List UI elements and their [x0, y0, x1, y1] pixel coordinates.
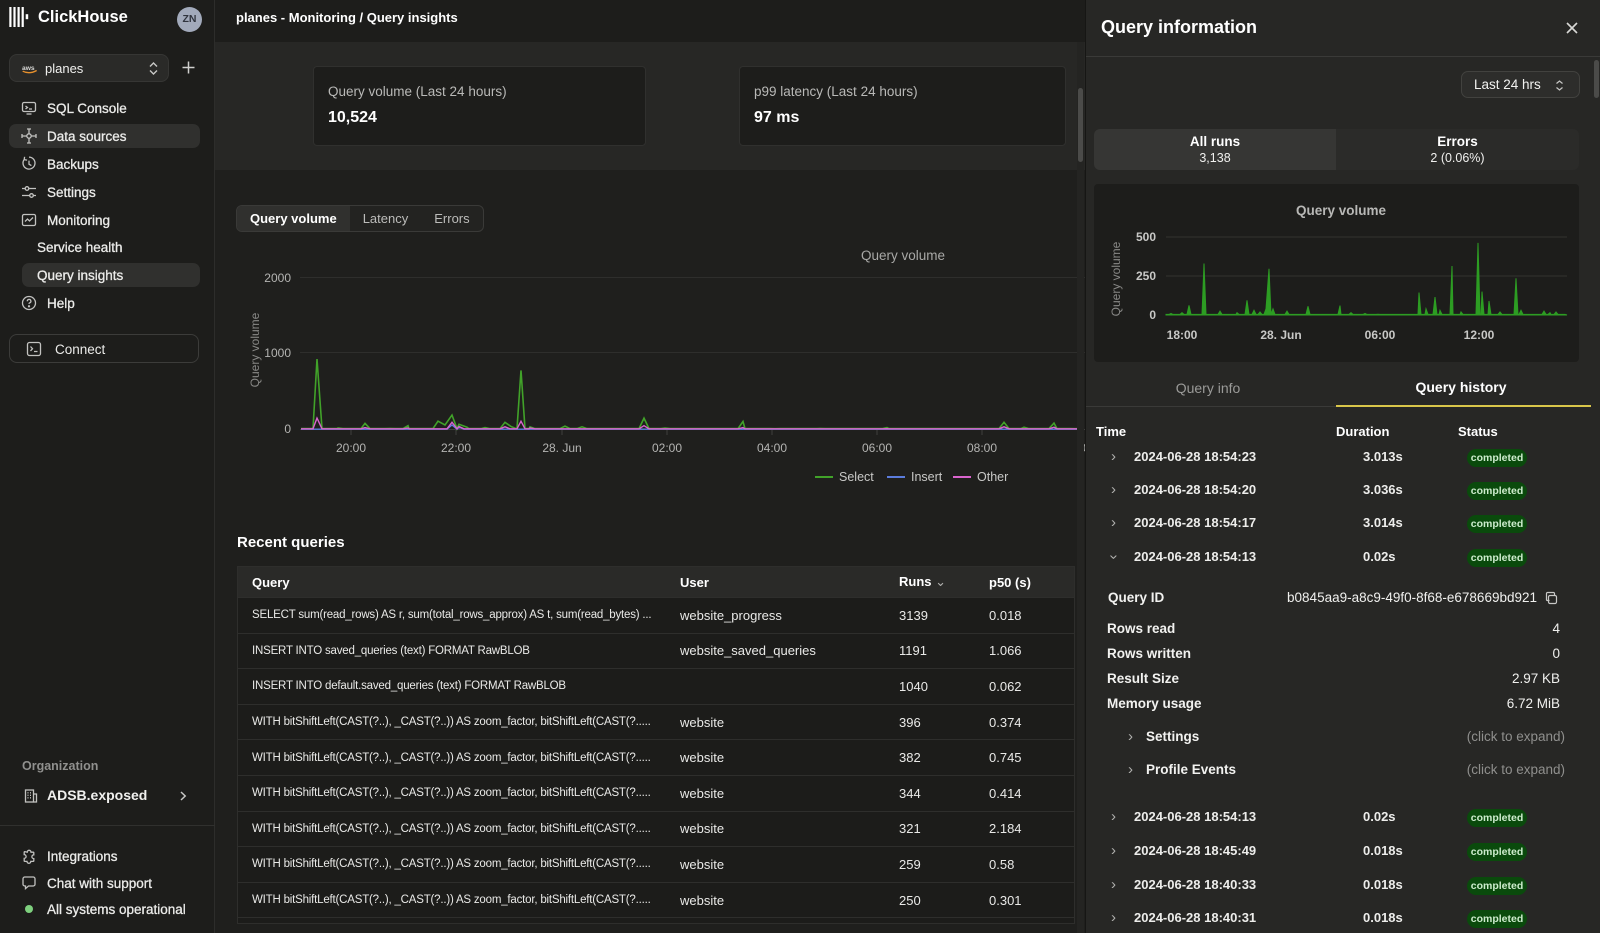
- svg-text:28. Jun: 28. Jun: [542, 441, 581, 455]
- svg-text:04:00: 04:00: [757, 441, 787, 455]
- svg-text:22:00: 22:00: [441, 441, 471, 455]
- svg-text:18:00: 18:00: [1167, 328, 1198, 342]
- svg-text:Query volume: Query volume: [1109, 241, 1123, 316]
- svg-text:250: 250: [1136, 269, 1156, 283]
- svg-text:02:00: 02:00: [652, 441, 682, 455]
- svg-text:Other: Other: [977, 470, 1008, 484]
- svg-text:500: 500: [1136, 230, 1156, 244]
- svg-text:28. Jun: 28. Jun: [1260, 328, 1301, 342]
- svg-text:06:00: 06:00: [1365, 328, 1396, 342]
- svg-text:2000: 2000: [264, 271, 291, 285]
- svg-text:0: 0: [1149, 308, 1156, 322]
- svg-text:Query volume: Query volume: [1296, 203, 1387, 218]
- svg-text:08:00: 08:00: [967, 441, 997, 455]
- svg-text:Query volume: Query volume: [248, 312, 262, 387]
- svg-text:aws: aws: [22, 65, 35, 72]
- svg-text:20:00: 20:00: [336, 441, 366, 455]
- svg-text:06:00: 06:00: [862, 441, 892, 455]
- svg-text:Select: Select: [839, 470, 874, 484]
- svg-text:12:00: 12:00: [1464, 328, 1495, 342]
- svg-text:Query volume: Query volume: [861, 248, 945, 263]
- svg-text:Insert: Insert: [911, 470, 943, 484]
- svg-text:1000: 1000: [264, 346, 291, 360]
- svg-text:0: 0: [284, 422, 291, 436]
